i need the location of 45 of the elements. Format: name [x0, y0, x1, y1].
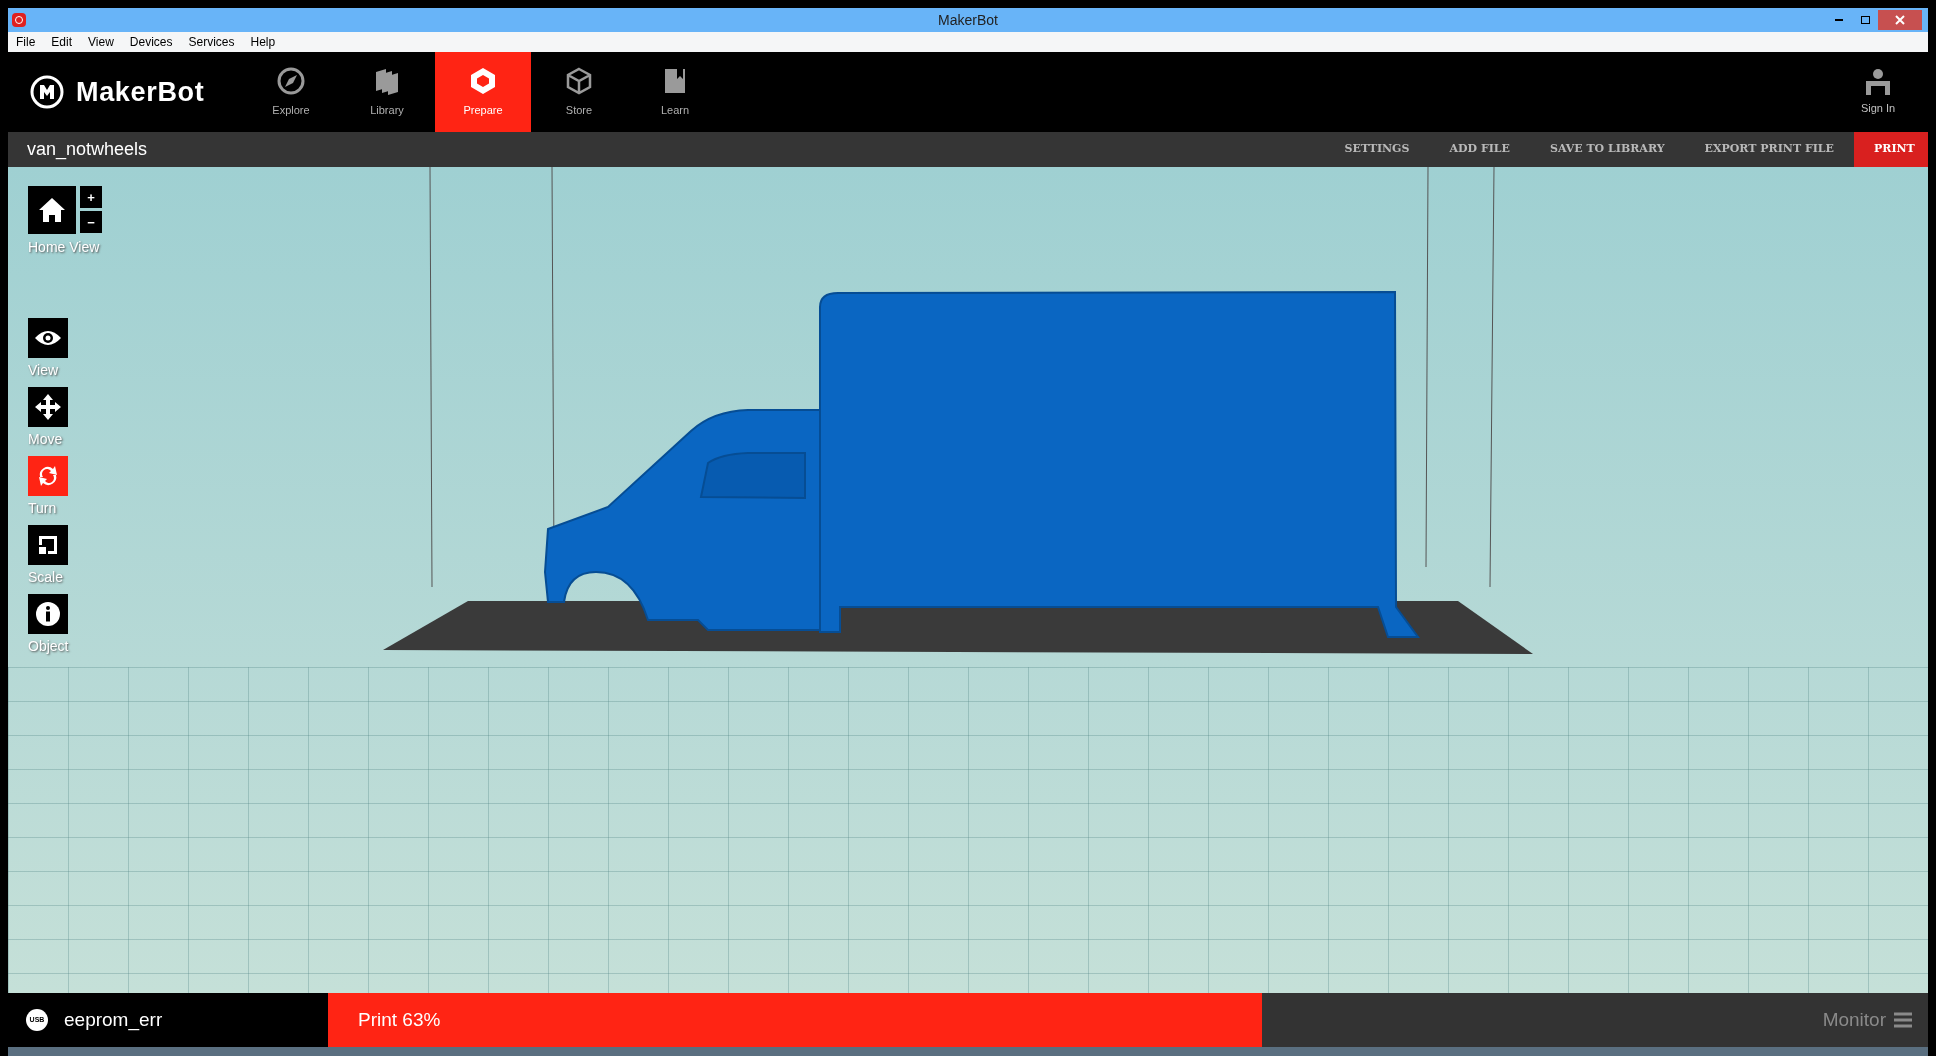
zoom-button[interactable]: −	[80, 211, 102, 233]
window-title: MakerBot	[938, 10, 998, 30]
toolbar-action[interactable]: SETTINGS	[1324, 132, 1430, 167]
toolbar-action[interactable]: ADD FILE	[1429, 132, 1530, 167]
logo-icon	[30, 75, 64, 109]
monitor-link[interactable]: Monitor	[1822, 1005, 1886, 1035]
menu-item[interactable]: Help	[250, 33, 276, 51]
menu-item[interactable]: Services	[188, 33, 235, 51]
compass-icon	[276, 65, 306, 96]
tool-button[interactable]	[28, 525, 68, 565]
info-icon	[35, 601, 61, 627]
device-name: eeprom_err	[64, 1007, 163, 1033]
eye-icon	[34, 329, 62, 347]
menu-item[interactable]: Edit	[51, 33, 73, 51]
zoom-button[interactable]: +	[80, 186, 102, 208]
menu-item[interactable]: File	[16, 33, 36, 51]
brand-name: MakerBot	[76, 75, 205, 109]
app-icon	[12, 13, 26, 27]
tool-button[interactable]	[28, 594, 68, 634]
tool-label: View	[28, 361, 60, 380]
menu-item[interactable]: View	[88, 33, 114, 51]
tool-label: Object	[28, 637, 70, 656]
tool-label: Scale	[28, 568, 65, 587]
hexagon-icon	[468, 65, 498, 96]
tool-label: Move	[28, 430, 64, 449]
close-icon	[1895, 15, 1905, 25]
home-icon	[38, 197, 66, 223]
menu-icon[interactable]	[1894, 1012, 1912, 1028]
tool-label: Home View	[28, 238, 101, 257]
person-icon	[1864, 67, 1892, 96]
file-name: van_notwheels	[26, 138, 148, 162]
tool-button[interactable]	[28, 387, 68, 427]
tool-label: Turn	[28, 499, 58, 518]
nav-tab[interactable]: Prepare	[435, 52, 531, 132]
menu-item[interactable]: Devices	[129, 33, 173, 51]
close-button[interactable]	[1878, 10, 1922, 30]
box-icon	[564, 65, 594, 96]
move-arrows-icon	[34, 393, 62, 421]
sign-in-button[interactable]: Sign In	[1848, 52, 1908, 132]
toolbar-action[interactable]: EXPORT PRINT FILE	[1684, 132, 1854, 167]
print-status: Print 63%	[358, 1007, 441, 1032]
home-view-button[interactable]	[28, 186, 76, 234]
toolbar-action[interactable]: PRINT	[1854, 132, 1928, 167]
tool-button[interactable]	[28, 318, 68, 358]
toolbar-action[interactable]: SAVE TO LIBRARY	[1530, 132, 1685, 167]
